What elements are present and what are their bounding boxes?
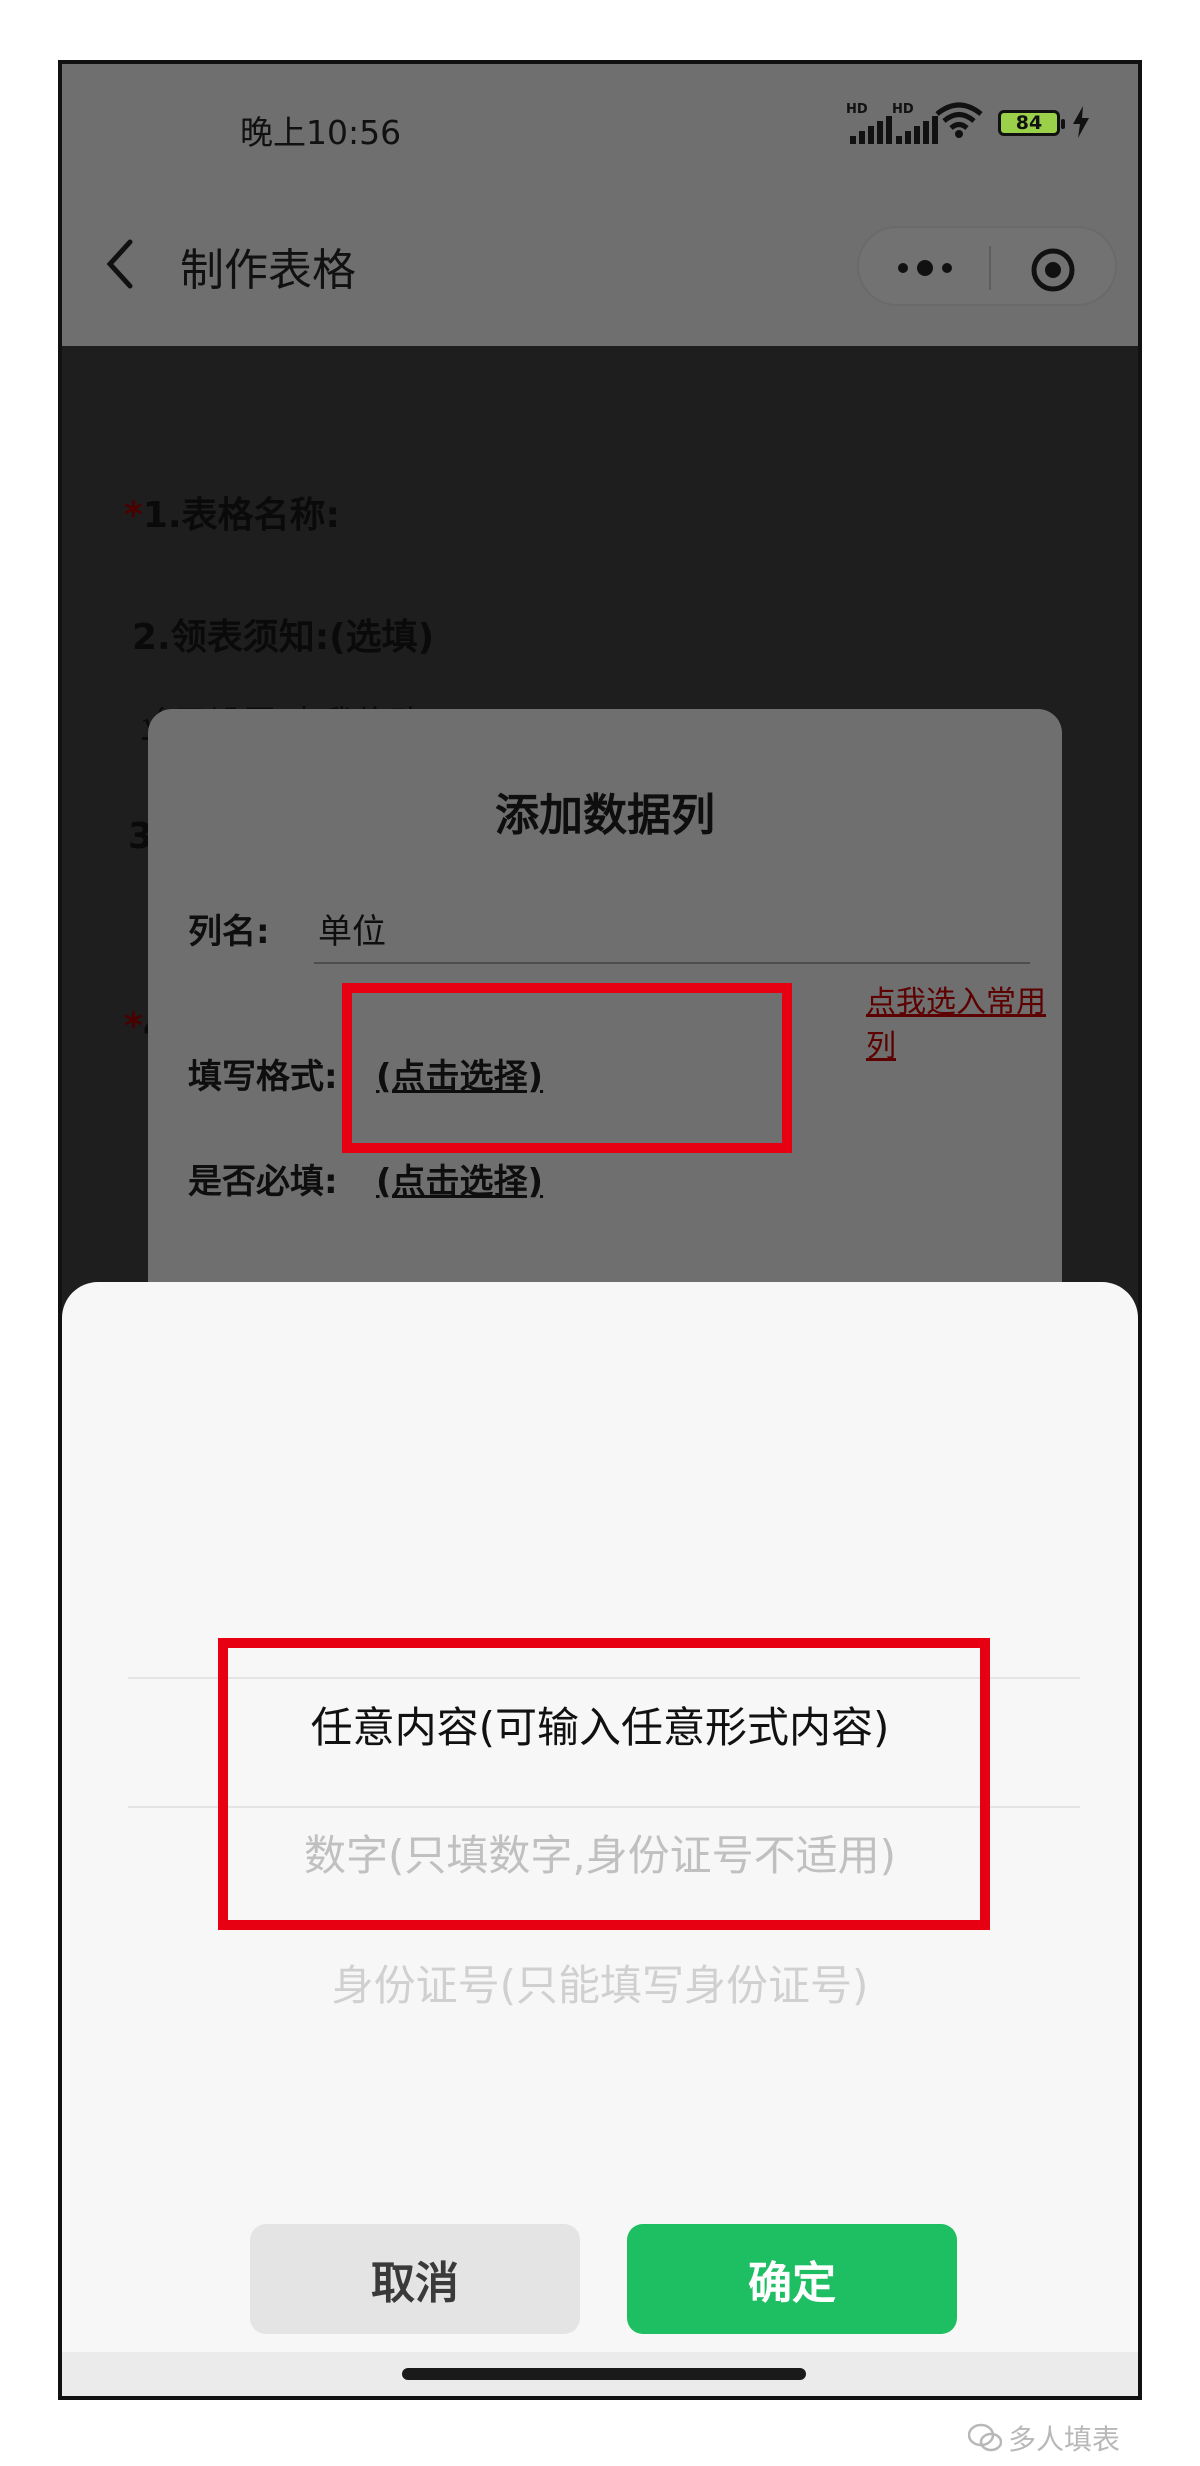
- picker-option[interactable]: 身份证号(只能填写身份证号): [62, 1952, 1138, 2013]
- home-indicator[interactable]: [402, 2368, 806, 2380]
- phone-frame: 晚上10:56 HD HD 84 制作表格 *1.表格名称: 2.领表须知:(选…: [58, 60, 1142, 2400]
- watermark: 多人填表: [968, 2418, 1120, 2458]
- confirm-button[interactable]: 确定: [627, 2224, 957, 2334]
- table-name-text: 1.表格名称:: [142, 495, 340, 536]
- watermark-text: 多人填表: [1008, 2423, 1121, 2456]
- charging-icon: [1073, 106, 1089, 138]
- battery-icon: 84: [998, 110, 1065, 136]
- close-target-icon[interactable]: [1029, 246, 1077, 294]
- required-star: *: [124, 495, 143, 536]
- status-time: 晚上10:56: [240, 113, 402, 152]
- format-picker-sheet: 任意内容(可输入任意形式内容) 数字(只填数字,身份证号不适用) 身份证号(只能…: [62, 1282, 1138, 2396]
- column-name-label: 列名:: [188, 912, 270, 952]
- column-name-underline: [314, 962, 1030, 964]
- common-column-link[interactable]: 点我选入常用列: [866, 977, 1062, 1065]
- more-icon[interactable]: [893, 254, 957, 282]
- capsule-divider: [989, 246, 991, 290]
- required-star: *: [124, 1006, 143, 1047]
- highlight-box-picker: [218, 1638, 990, 1930]
- required-select-link[interactable]: (点击选择): [376, 1154, 543, 1203]
- page-title: 制作表格: [180, 245, 356, 296]
- notice-label: 2.领表须知:(选填): [132, 617, 435, 658]
- back-icon[interactable]: [100, 236, 140, 292]
- format-label: 填写格式:: [188, 1057, 338, 1097]
- mini-program-capsule: [857, 226, 1117, 306]
- required-label: 是否必填:: [188, 1162, 338, 1202]
- wechat-logo-icon: [968, 2423, 1002, 2452]
- dialog-title: 添加数据列: [495, 790, 715, 841]
- column-name-input[interactable]: 单位: [318, 904, 386, 953]
- table-name-label: *1.表格名称:: [124, 486, 340, 538]
- cancel-button[interactable]: 取消: [250, 2224, 580, 2334]
- status-bar: 晚上10:56 HD HD 84: [62, 64, 1138, 194]
- highlight-box-format: [342, 983, 792, 1153]
- nav-bar: 制作表格: [62, 194, 1138, 346]
- hd-badge-2: HD: [892, 102, 914, 117]
- hd-badge-1: HD: [846, 102, 868, 117]
- wifi-icon: [935, 102, 983, 138]
